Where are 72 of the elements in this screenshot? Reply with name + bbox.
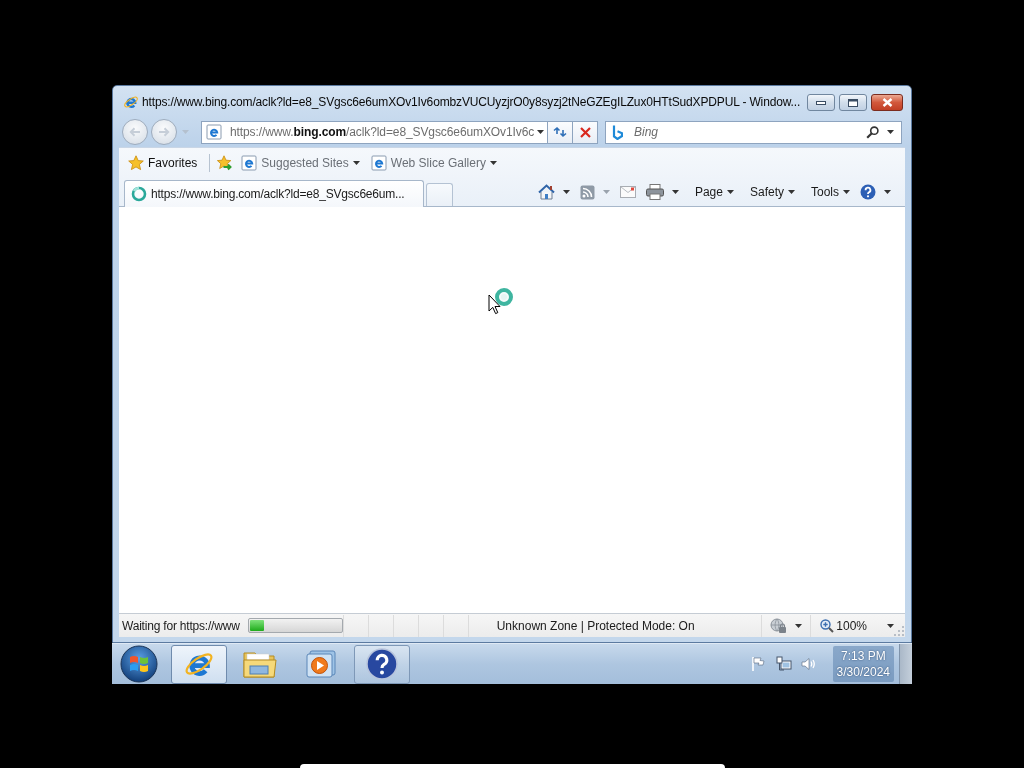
show-desktop-button[interactable] (899, 644, 912, 684)
arrow-right-icon (158, 126, 170, 138)
caret-icon (671, 190, 679, 194)
caret-icon (887, 623, 894, 628)
printer-icon (645, 184, 664, 200)
ie-page-icon (206, 124, 222, 140)
volume-icon[interactable] (800, 657, 816, 671)
bing-logo-icon (612, 124, 623, 140)
forward-button[interactable] (151, 119, 177, 145)
zone-text: Unknown Zone | Protected Mode: On (496, 614, 763, 637)
favorites-button[interactable]: Favorites (128, 152, 198, 174)
ie-page-icon (370, 155, 387, 171)
caret-icon (537, 130, 545, 134)
menu-button[interactable]: Safety (747, 181, 797, 203)
folder-icon (243, 649, 277, 679)
stop-icon (579, 126, 591, 138)
refresh-icon (553, 126, 567, 138)
mouse-pointer-icon (488, 294, 501, 315)
window-title: https://www.bing.com/aclk?ld=e8_SVgsc6e6umXOv1Iv6ombzVUCUyzjrO0y8syzj2tNeGZEgILZux0HTtSudXPDPUL - Window... (142, 95, 801, 109)
caret-icon (726, 190, 734, 194)
caret-icon (788, 190, 795, 194)
search-field[interactable]: Bing (605, 120, 902, 144)
caret-icon (489, 161, 497, 165)
search-icon (865, 125, 879, 139)
caret-icon (884, 190, 891, 194)
zoom-icon (820, 618, 835, 633)
browser-tab[interactable]: https://www.bing.com/aclk?ld=e8_SVgsc6e6um... (124, 180, 424, 207)
star-icon (128, 155, 144, 171)
refresh-button[interactable] (548, 120, 573, 144)
zoom-button[interactable]: 100% (811, 614, 894, 637)
caret-icon (352, 161, 360, 165)
ie-logo-icon (123, 94, 139, 110)
caret-icon (602, 190, 610, 194)
close-button[interactable] (871, 94, 903, 111)
menu-button[interactable]: Tools (809, 181, 852, 203)
taskbar-button[interactable] (354, 644, 410, 684)
help-icon (366, 648, 398, 680)
maximize-button[interactable] (839, 94, 867, 111)
flag-icon[interactable] (750, 656, 767, 672)
caret-icon (843, 190, 850, 194)
play-icon (306, 650, 336, 678)
help-icon (860, 184, 876, 200)
windows-orb-icon (120, 645, 158, 683)
star-arrow-icon (217, 155, 234, 171)
resize-grip-icon[interactable] (894, 626, 904, 636)
favorites-link[interactable]: Suggested Sites (241, 152, 360, 174)
stop-button[interactable] (573, 120, 598, 144)
maximize-icon (848, 98, 858, 107)
globe-lock-icon (770, 617, 788, 634)
taskbar-button[interactable] (171, 644, 227, 684)
envelope-icon (619, 186, 636, 198)
network-icon[interactable] (775, 656, 792, 672)
favorites-link[interactable]: Web Slice Gallery (370, 152, 497, 174)
caret-icon (886, 130, 894, 134)
address-value: https://www.bing.com/aclk?ld=e8_SVgsc6e6umXOv1Iv6c (230, 125, 535, 139)
back-button[interactable] (122, 119, 148, 145)
start-button[interactable] (120, 645, 158, 683)
minimize-button[interactable] (807, 94, 835, 111)
arrow-left-icon (129, 126, 141, 138)
status-text: Waiting for https://www (122, 618, 241, 633)
ie-page-icon (241, 155, 258, 171)
caret-icon (562, 190, 570, 194)
feed-icon (579, 184, 595, 200)
busy-ring-icon (494, 287, 514, 307)
minimize-icon (816, 100, 826, 105)
caret-icon (795, 623, 803, 628)
search-placeholder: Bing (634, 125, 659, 139)
house-icon (537, 184, 555, 200)
address-field[interactable]: https://www.bing.com/aclk?ld=e8_SVgsc6e6umXOv1Iv6c (201, 120, 548, 144)
menu-button[interactable]: Page (692, 181, 736, 203)
print-button[interactable] (643, 181, 681, 203)
close-icon (881, 98, 893, 107)
